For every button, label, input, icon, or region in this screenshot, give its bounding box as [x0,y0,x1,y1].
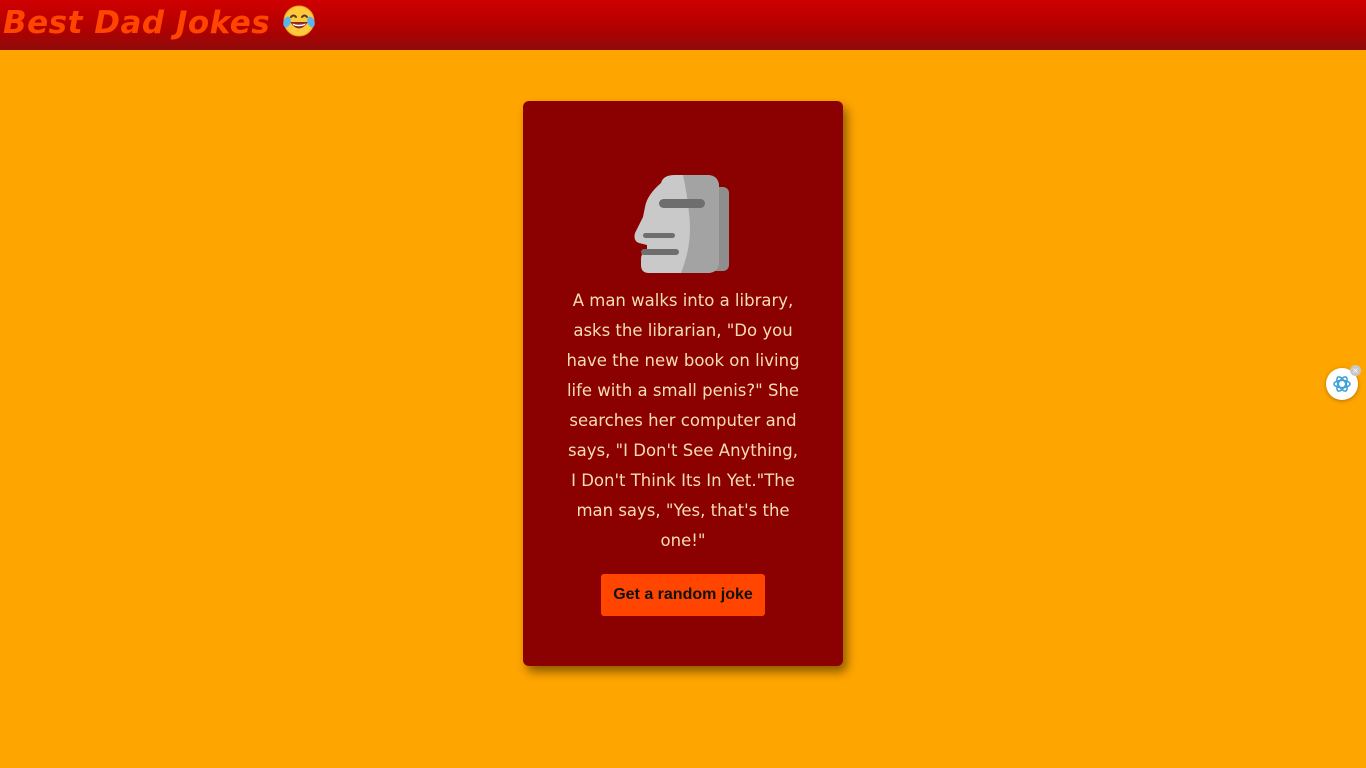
widget-close-icon[interactable]: × [1350,365,1361,376]
moai-icon [633,173,733,275]
joke-card: A man walks into a library, asks the lib… [523,101,843,666]
get-random-joke-button[interactable]: Get a random joke [601,574,765,616]
joke-text: A man walks into a library, asks the lib… [566,291,800,550]
assistant-swirl-icon [1333,376,1351,392]
assistant-widget-button[interactable]: × [1326,365,1361,400]
face-with-tears-of-joy-icon [282,4,316,38]
site-header: Best Dad Jokes [0,0,1366,50]
site-title: Best Dad Jokes [3,3,316,43]
site-title-text: Best Dad Jokes [3,5,271,41]
